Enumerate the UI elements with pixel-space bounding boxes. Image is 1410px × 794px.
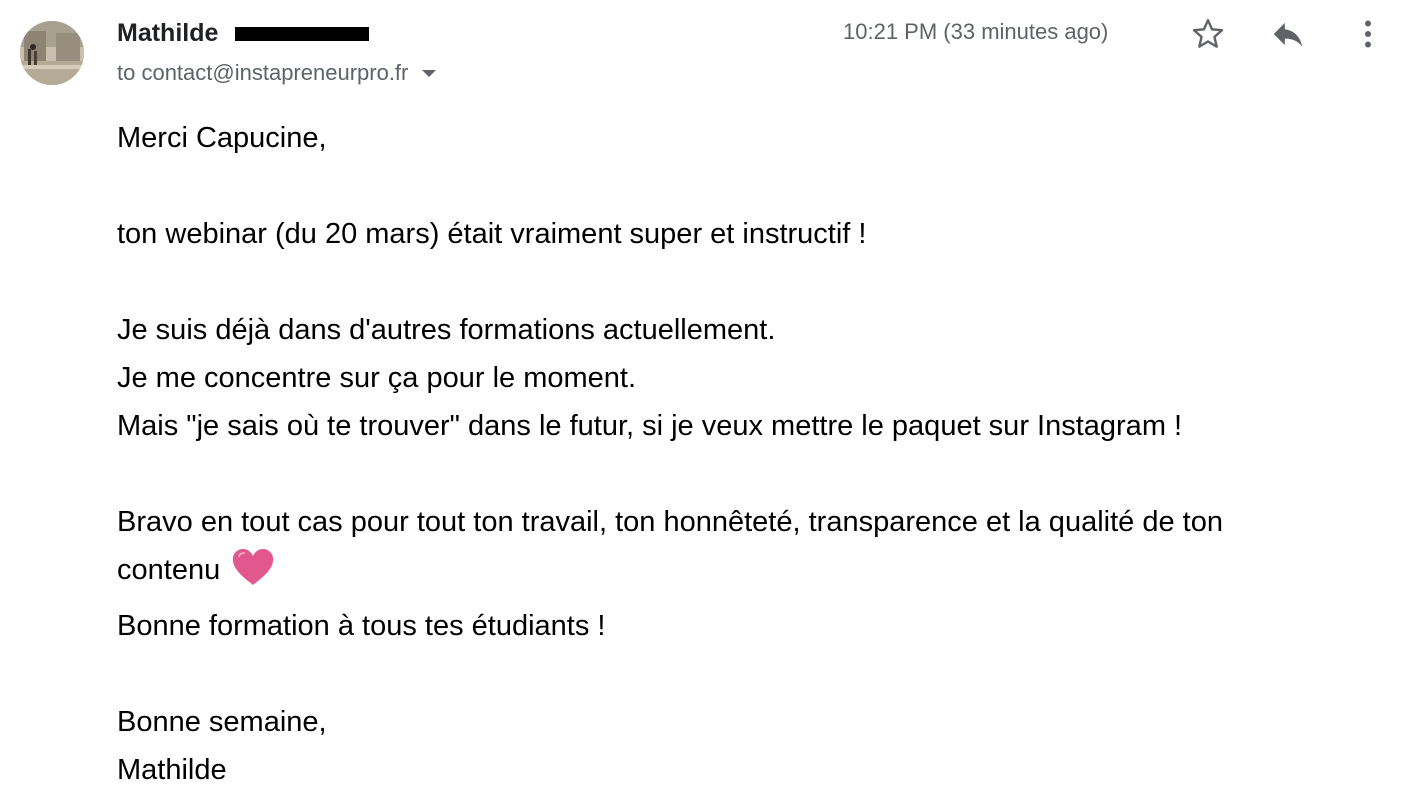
reply-icon [1273,22,1303,47]
redaction-bar [235,27,369,41]
closing-line: Bonne semaine, [117,706,327,738]
star-outline-icon [1192,19,1224,48]
caret-down-icon[interactable] [422,69,437,77]
email-body: Merci Capucine, ton webinar (du 20 mars)… [117,114,1387,794]
body-line: Mais "je sais où te trouver" dans le fut… [117,410,1183,442]
recipient-text: to contact@instapreneurpro.fr [117,60,409,85]
more-vert-icon [1365,20,1371,48]
recipient-line: to contact@instapreneurpro.fr [117,60,437,86]
sender-avatar[interactable] [20,21,84,85]
signature-line: Mathilde [117,754,227,786]
body-line: Je suis déjà dans d'autres formations ac… [117,314,776,346]
star-button[interactable] [1188,14,1228,54]
reply-button[interactable] [1268,14,1308,54]
body-line: Je me concentre sur ça pour le moment. [117,362,637,394]
body-line: Bravo en tout cas pour tout ton travail,… [117,506,1223,538]
avatar-photo [20,21,84,85]
body-line: Bonne formation à tous tes étudiants ! [117,610,606,642]
heart-emoji-icon [230,547,276,602]
body-line-with-emoji: contenu [117,546,1387,602]
email-timestamp: 10:21 PM (33 minutes ago) [843,19,1109,44]
more-options-button[interactable] [1348,14,1388,54]
sender-name[interactable]: Mathilde [117,19,218,48]
greeting-line: Merci Capucine, [117,122,327,154]
body-line: ton webinar (du 20 mars) était vraiment … [117,218,867,250]
body-line-text: contenu [117,554,221,586]
